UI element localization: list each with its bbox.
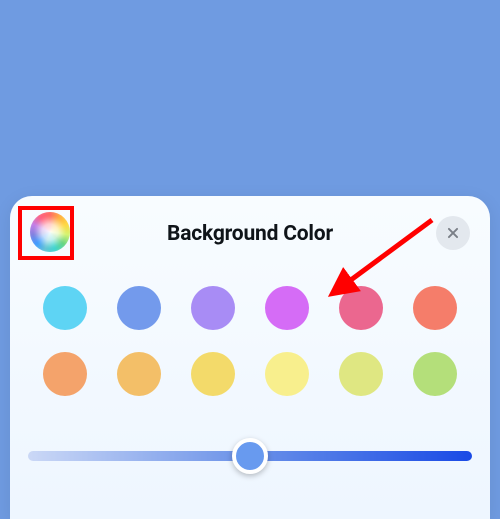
color-swatch-11[interactable] [413, 352, 457, 396]
color-picker-panel: Background Color [10, 196, 490, 519]
color-swatch-8[interactable] [191, 352, 235, 396]
slider-thumb[interactable] [232, 438, 268, 474]
color-swatch-3[interactable] [265, 286, 309, 330]
close-button[interactable] [436, 216, 470, 250]
intensity-slider[interactable] [28, 438, 472, 474]
color-wheel-icon[interactable] [30, 212, 70, 252]
color-swatch-5[interactable] [413, 286, 457, 330]
color-swatches [28, 286, 472, 396]
close-icon [446, 226, 460, 240]
color-swatch-6[interactable] [43, 352, 87, 396]
color-swatch-2[interactable] [191, 286, 235, 330]
color-swatch-10[interactable] [339, 352, 383, 396]
panel-title: Background Color [167, 222, 333, 246]
color-swatch-9[interactable] [265, 352, 309, 396]
panel-header: Background Color [28, 212, 472, 256]
color-swatch-1[interactable] [117, 286, 161, 330]
color-swatch-7[interactable] [117, 352, 161, 396]
color-swatch-0[interactable] [43, 286, 87, 330]
color-swatch-4[interactable] [339, 286, 383, 330]
